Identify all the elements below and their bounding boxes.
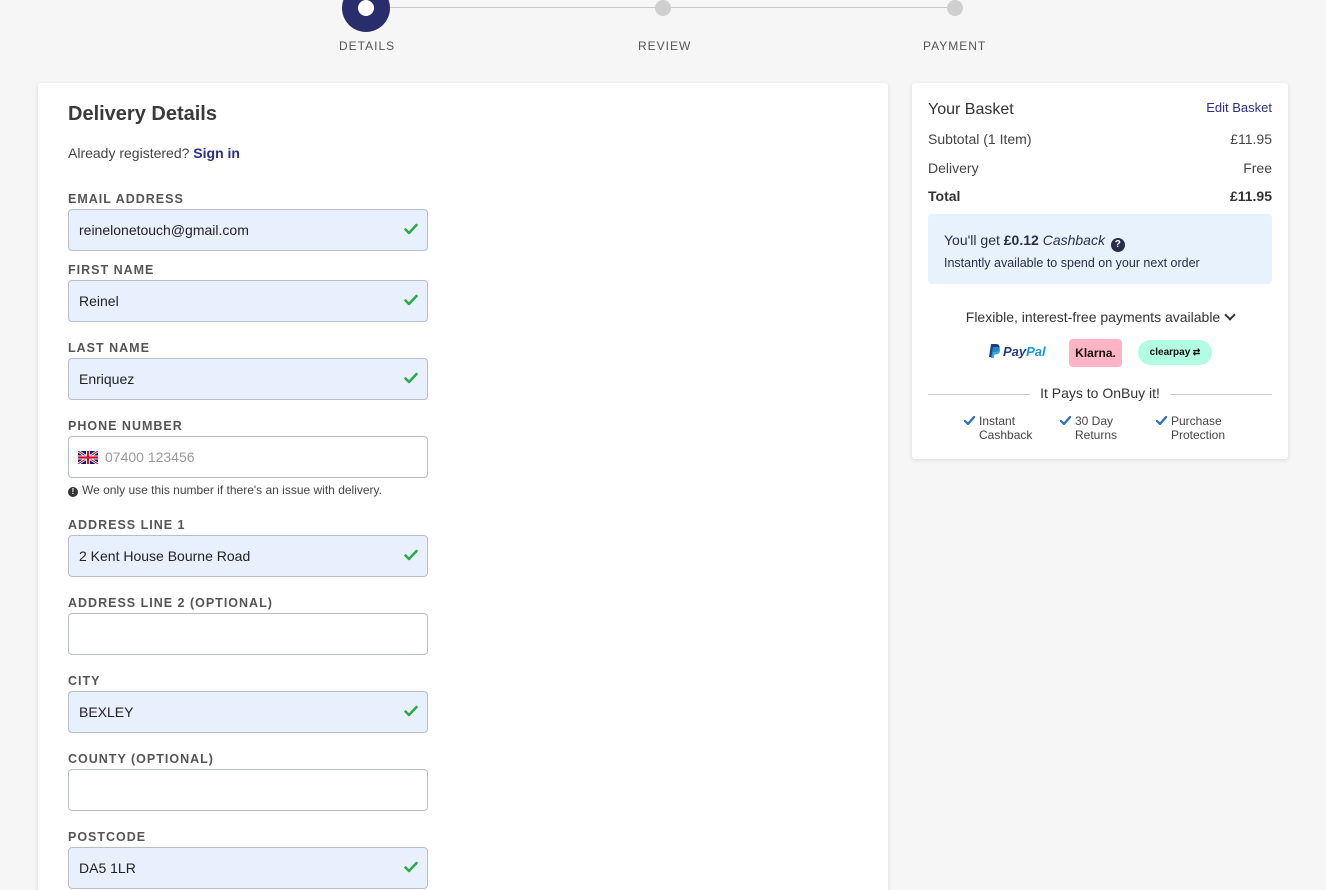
city-field-wrapper: [68, 691, 428, 733]
paypal-p-icon: [989, 344, 1001, 358]
check-icon: [404, 549, 418, 561]
check-icon: [404, 223, 418, 235]
basket-title: Your Basket: [928, 101, 1014, 118]
paypal-pay-text: Pay: [1003, 344, 1027, 359]
payment-logos: PayPal Klarna. clearpay ⇄: [912, 339, 1288, 367]
question-icon[interactable]: ?: [1110, 238, 1125, 252]
phone-field[interactable]: [69, 437, 427, 477]
delivery-row: Delivery Free: [928, 160, 1272, 176]
step-dot-payment: [947, 0, 963, 16]
cashback-word: Cashback: [1042, 232, 1105, 248]
paypal-logo: PayPal: [988, 344, 1046, 359]
cashback-amount: £0.12: [1003, 232, 1039, 248]
county-label: COUNTY (OPTIONAL): [68, 752, 214, 766]
benefit-line1: 30 Day: [1075, 414, 1114, 428]
edit-basket-link[interactable]: Edit Basket: [1206, 100, 1272, 115]
delivery-details-card: Delivery Details Already registered? Sig…: [38, 83, 888, 890]
total-value: £11.95: [1229, 188, 1272, 204]
address1-field[interactable]: [69, 536, 427, 576]
county-field[interactable]: [69, 770, 427, 810]
it-pays-text: It Pays to OnBuy it!: [1030, 385, 1170, 401]
subtotal-value: £11.95: [1230, 131, 1272, 147]
address2-field[interactable]: [69, 614, 427, 654]
county-field-wrapper: [68, 769, 428, 811]
info-icon: !: [68, 487, 78, 497]
step-label-details: DETAILS: [339, 39, 396, 53]
phone-hint-text: We only use this number if there's an is…: [82, 483, 382, 497]
already-registered-text: Already registered?: [68, 145, 190, 161]
city-field[interactable]: [69, 692, 427, 732]
cashback-subtext: Instantly available to spend on your nex…: [944, 256, 1200, 270]
check-icon: [404, 372, 418, 384]
cashback-line: You'll get £0.12 Cashback ?: [944, 232, 1256, 252]
uk-flag-icon[interactable]: [78, 451, 98, 464]
cashback-prefix: You'll get: [944, 232, 1000, 248]
benefit-line2: Cashback: [979, 428, 1033, 442]
last-name-field[interactable]: [69, 359, 427, 399]
total-label: Total: [928, 188, 961, 204]
it-pays-divider: It Pays to OnBuy it!: [928, 385, 1272, 405]
phone-label: PHONE NUMBER: [68, 419, 183, 433]
delivery-label: Delivery: [928, 160, 979, 176]
email-label: EMAIL ADDRESS: [68, 192, 184, 206]
clearpay-arrows-icon: ⇄: [1190, 347, 1201, 357]
benefit-30-day-returns: 30 Day Returns: [1060, 414, 1118, 442]
phone-hint: ! We only use this number if there's an i…: [68, 483, 382, 497]
first-name-label: FIRST NAME: [68, 263, 155, 277]
check-icon: [404, 705, 418, 717]
benefit-line1: Purchase: [1171, 414, 1222, 428]
benefit-instant-cashback: Instant Cashback: [964, 414, 1033, 442]
check-icon: [404, 294, 418, 306]
flexible-payments-text: Flexible, interest-free payments availab…: [965, 309, 1221, 325]
address1-label: ADDRESS LINE 1: [68, 518, 186, 532]
check-icon: [1060, 415, 1071, 426]
clearpay-logo: clearpay ⇄: [1138, 340, 1212, 365]
check-icon: [964, 415, 975, 426]
basket-summary: Your Basket Edit Basket Subtotal (1 Item…: [912, 83, 1288, 459]
step-dot-details: [342, 0, 390, 32]
postcode-label: POSTCODE: [68, 830, 147, 844]
cashback-banner: You'll get £0.12 Cashback ? Instantly av…: [928, 214, 1272, 284]
chevron-down-icon: [1224, 309, 1236, 321]
email-field[interactable]: [69, 210, 427, 250]
benefit-line1: Instant: [979, 414, 1016, 428]
email-field-wrapper: [68, 209, 428, 251]
benefit-purchase-protection: Purchase Protection: [1156, 414, 1226, 442]
benefit-line2: Returns: [1075, 428, 1118, 442]
already-registered: Already registered? Sign in: [68, 145, 240, 161]
first-name-field[interactable]: [69, 281, 427, 321]
first-name-field-wrapper: [68, 280, 428, 322]
subtotal-label: Subtotal (1 Item): [928, 131, 1032, 147]
check-icon: [404, 861, 418, 873]
step-label-review: REVIEW: [638, 39, 692, 53]
page-title: Delivery Details: [68, 103, 217, 125]
postcode-field[interactable]: [69, 848, 427, 888]
paypal-pal-text: Pal: [1026, 344, 1046, 359]
checkout-stepper: DETAILS REVIEW PAYMENT: [0, 0, 1326, 70]
benefit-line2: Protection: [1171, 428, 1226, 442]
address1-field-wrapper: [68, 535, 428, 577]
phone-field-wrapper: [68, 436, 428, 478]
step-label-payment: PAYMENT: [923, 39, 987, 53]
step-dot-review: [655, 0, 671, 16]
last-name-field-wrapper: [68, 358, 428, 400]
total-row: Total £11.95: [928, 188, 1272, 204]
address2-label: ADDRESS LINE 2 (OPTIONAL): [68, 596, 273, 610]
delivery-value: Free: [1243, 160, 1272, 176]
address2-field-wrapper: [68, 613, 428, 655]
check-icon: [1156, 415, 1167, 426]
sign-in-link[interactable]: Sign in: [193, 145, 240, 161]
last-name-label: LAST NAME: [68, 341, 150, 355]
city-label: CITY: [68, 674, 101, 688]
subtotal-row: Subtotal (1 Item) £11.95: [928, 131, 1272, 147]
clearpay-text: clearpay: [1149, 347, 1191, 358]
flexible-payments-toggle[interactable]: Flexible, interest-free payments availab…: [912, 309, 1288, 325]
klarna-logo: Klarna.: [1069, 339, 1122, 367]
postcode-field-wrapper: [68, 847, 428, 889]
